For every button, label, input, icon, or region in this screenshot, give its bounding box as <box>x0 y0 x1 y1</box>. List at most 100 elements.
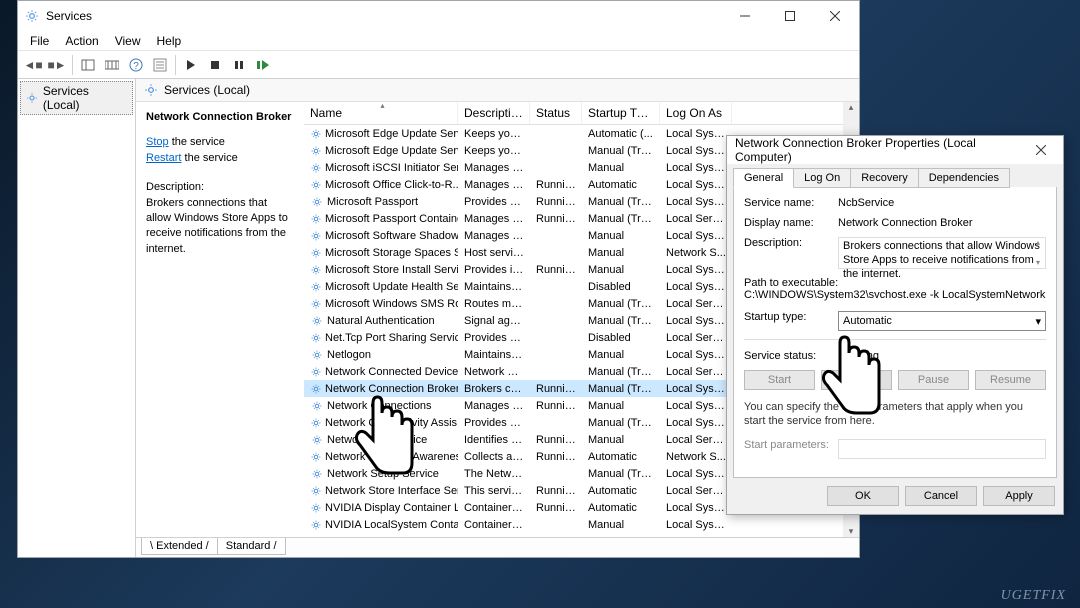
start-button[interactable]: Start <box>744 370 815 390</box>
view-tabs: \ Extended / Standard / <box>136 537 859 557</box>
forward-button[interactable]: ■► <box>46 54 68 76</box>
table-row[interactable]: NVIDIA LocalSystem Contai...Container s.… <box>304 516 859 533</box>
menu-action[interactable]: Action <box>57 32 106 50</box>
gear-icon <box>310 331 322 345</box>
tab-recovery[interactable]: Recovery <box>850 168 918 188</box>
menu-help[interactable]: Help <box>149 32 190 50</box>
detail-header: Services (Local) <box>136 79 859 102</box>
restart-service-button[interactable] <box>252 54 274 76</box>
stop-link[interactable]: Stop <box>146 136 169 148</box>
app-icon <box>24 8 40 24</box>
display-name-label: Display name: <box>744 217 838 229</box>
pause-service-button[interactable] <box>228 54 250 76</box>
service-name-value: NcbService <box>838 197 1046 209</box>
gear-icon <box>310 433 324 447</box>
gear-icon <box>310 161 322 175</box>
gear-icon <box>310 467 324 481</box>
properties-dialog: Network Connection Broker Properties (Lo… <box>726 135 1064 515</box>
col-status[interactable]: Status <box>530 102 582 124</box>
gear-icon <box>310 535 322 537</box>
gear-icon <box>310 263 322 277</box>
dialog-title: Network Connection Broker Properties (Lo… <box>735 136 1021 164</box>
window-title: Services <box>46 9 722 23</box>
stop-button[interactable]: Stop <box>821 370 892 390</box>
close-button[interactable] <box>812 2 857 30</box>
desc-scrollbar[interactable]: ▴▾ <box>1031 238 1045 268</box>
resume-button[interactable]: Resume <box>975 370 1046 390</box>
dialog-titlebar: Network Connection Broker Properties (Lo… <box>727 136 1063 164</box>
tab-general[interactable]: General <box>733 168 794 188</box>
restart-link[interactable]: Restart <box>146 152 181 164</box>
col-name[interactable]: Name▴ <box>304 102 458 124</box>
tree-pane: Services (Local) <box>18 79 136 557</box>
help-button[interactable]: ? <box>125 54 147 76</box>
description-box[interactable]: Brokers connections that allow Windows S… <box>838 237 1046 269</box>
tab-dependencies[interactable]: Dependencies <box>918 168 1010 188</box>
menu-file[interactable]: File <box>22 32 57 50</box>
gear-icon <box>310 518 322 532</box>
start-params-label: Start parameters: <box>744 439 838 451</box>
service-status-value: Running <box>838 350 1046 362</box>
back-button[interactable]: ◄■ <box>22 54 44 76</box>
gear-icon <box>310 365 322 379</box>
show-hide-tree-button[interactable] <box>77 54 99 76</box>
dialog-close-button[interactable] <box>1021 138 1061 162</box>
gear-icon <box>310 212 322 226</box>
path-value: C:\WINDOWS\System32\svchost.exe -k Local… <box>744 289 1046 301</box>
service-name-label: Service name: <box>744 197 838 209</box>
gear-icon <box>25 91 39 105</box>
service-status-label: Service status: <box>744 350 838 362</box>
tab-standard[interactable]: Standard / <box>217 538 286 555</box>
col-description[interactable]: Description <box>458 102 530 124</box>
gear-icon <box>310 450 322 464</box>
gear-icon <box>310 399 324 413</box>
toolbar: ◄■ ■► ? <box>18 51 859 79</box>
menubar: File Action View Help <box>18 31 859 51</box>
description-text: Brokers connections that allow Windows S… <box>146 196 294 258</box>
gear-icon <box>310 246 322 260</box>
chevron-down-icon: ▾ <box>1035 315 1041 328</box>
gear-icon <box>144 83 158 97</box>
apply-button[interactable]: Apply <box>983 486 1055 506</box>
gear-icon <box>310 280 322 294</box>
titlebar: Services <box>18 1 859 31</box>
col-startup[interactable]: Startup Type <box>582 102 660 124</box>
tree-root[interactable]: Services (Local) <box>20 81 133 115</box>
gear-icon <box>310 348 324 362</box>
menu-view[interactable]: View <box>107 32 149 50</box>
start-params-input[interactable] <box>838 439 1046 459</box>
dialog-tabs: General Log On Recovery Dependencies <box>727 164 1063 188</box>
gear-icon <box>310 195 324 209</box>
ok-button[interactable]: OK <box>827 486 899 506</box>
gear-icon <box>310 314 324 328</box>
col-logon[interactable]: Log On As <box>660 102 732 124</box>
cancel-button[interactable]: Cancel <box>905 486 977 506</box>
watermark: UGETFIX <box>1001 588 1066 604</box>
detail-heading: Services (Local) <box>164 83 250 97</box>
gear-icon <box>310 297 322 311</box>
note-text: You can specify the start parameters tha… <box>744 400 1046 429</box>
gear-icon <box>310 416 322 430</box>
start-service-button[interactable] <box>180 54 202 76</box>
startup-type-label: Startup type: <box>744 311 838 323</box>
export-button[interactable] <box>101 54 123 76</box>
tree-root-label: Services (Local) <box>43 84 128 112</box>
stop-service-button[interactable] <box>204 54 226 76</box>
gear-icon <box>310 382 322 396</box>
list-header: Name▴ Description Status Startup Type Lo… <box>304 102 859 125</box>
description-label: Description: <box>744 237 838 249</box>
table-row[interactable]: NVIDIA NetworkService Co...Container s..… <box>304 533 859 536</box>
pause-button[interactable]: Pause <box>898 370 969 390</box>
gear-icon <box>310 501 322 515</box>
maximize-button[interactable] <box>767 2 812 30</box>
properties-button[interactable] <box>149 54 171 76</box>
info-pane: Network Connection Broker Stop the servi… <box>136 102 304 537</box>
tab-logon[interactable]: Log On <box>793 168 851 188</box>
display-name-value: Network Connection Broker <box>838 217 1046 229</box>
gear-icon <box>310 178 322 192</box>
startup-type-dropdown[interactable]: Automatic ▾ <box>838 311 1046 331</box>
gear-icon <box>310 229 322 243</box>
gear-icon <box>310 484 322 498</box>
tab-extended[interactable]: \ Extended / <box>141 538 218 555</box>
minimize-button[interactable] <box>722 2 767 30</box>
